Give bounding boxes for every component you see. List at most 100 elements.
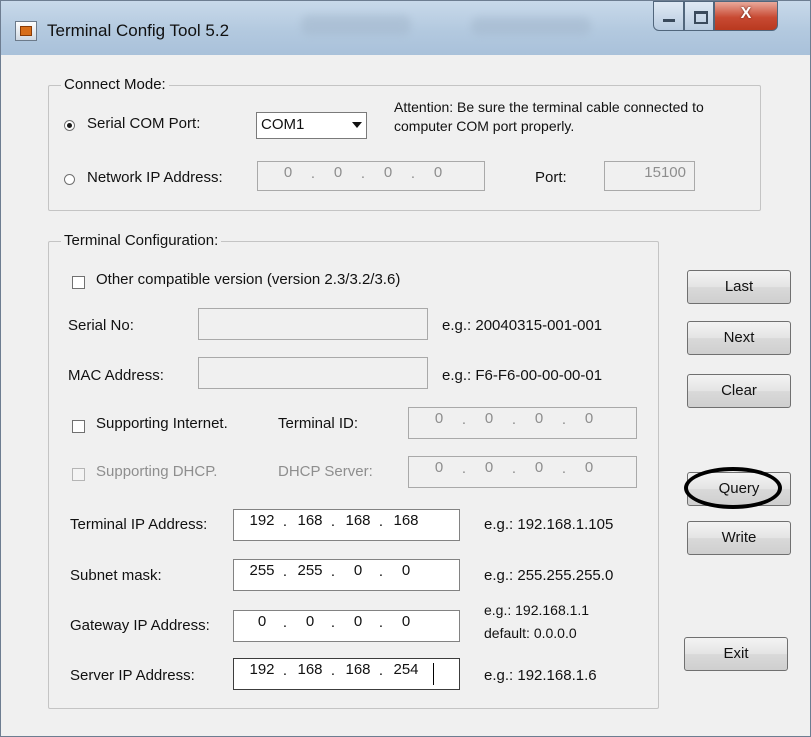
serial-no-label: Serial No: bbox=[68, 317, 134, 334]
ip-octet: 0 bbox=[534, 410, 544, 427]
serial-com-radio[interactable] bbox=[64, 120, 75, 131]
serial-no-field[interactable] bbox=[198, 308, 428, 340]
ip-separator: . bbox=[461, 411, 467, 428]
app-window: Terminal Config Tool 5.2 X Connect Mode:… bbox=[0, 0, 811, 737]
ip-octet: 0 bbox=[401, 613, 411, 630]
title-bar[interactable]: Terminal Config Tool 5.2 X bbox=[1, 1, 810, 55]
gateway-default: default: 0.0.0.0 bbox=[484, 625, 577, 641]
ip-separator: . bbox=[378, 513, 384, 530]
ip-separator: . bbox=[330, 614, 336, 631]
ip-octet: 0 bbox=[353, 562, 363, 579]
other-version-label: Other compatible version (version 2.3/3.… bbox=[96, 271, 401, 288]
ip-octet: 0 bbox=[534, 459, 544, 476]
com-port-select[interactable]: COM1 bbox=[256, 112, 367, 139]
dhcp-server-label: DHCP Server: bbox=[278, 463, 373, 480]
write-button[interactable]: Write bbox=[687, 521, 791, 555]
ip-separator: . bbox=[282, 614, 288, 631]
supporting-internet-label: Supporting Internet. bbox=[96, 415, 228, 432]
ip-octet: 0 bbox=[433, 164, 443, 181]
supporting-internet-checkbox[interactable] bbox=[72, 420, 85, 433]
ip-separator: . bbox=[378, 614, 384, 631]
ip-octet: 0 bbox=[584, 410, 594, 427]
ip-octet: 192 bbox=[249, 661, 275, 678]
supporting-dhcp-label: Supporting DHCP. bbox=[96, 463, 218, 480]
ip-separator: . bbox=[378, 662, 384, 679]
ip-separator: . bbox=[282, 662, 288, 679]
query-highlight-circle bbox=[684, 467, 782, 509]
blurred-background bbox=[301, 15, 411, 35]
next-button[interactable]: Next bbox=[687, 321, 791, 355]
maximize-icon bbox=[694, 11, 708, 24]
ip-octet: 0 bbox=[333, 164, 343, 181]
ip-separator: . bbox=[511, 411, 517, 428]
serial-com-label: Serial COM Port: bbox=[87, 115, 201, 132]
ip-octet: 254 bbox=[393, 661, 419, 678]
ip-octet: 0 bbox=[401, 562, 411, 579]
mac-address-field[interactable] bbox=[198, 357, 428, 389]
ip-octet: 0 bbox=[283, 164, 293, 181]
ip-octet: 255 bbox=[297, 562, 323, 579]
ip-separator: . bbox=[330, 513, 336, 530]
port-label: Port: bbox=[535, 169, 567, 186]
close-icon: X bbox=[740, 5, 752, 22]
ip-separator: . bbox=[330, 563, 336, 580]
ip-separator: . bbox=[461, 460, 467, 477]
attention-text-line1: Attention: Be sure the terminal cable co… bbox=[394, 99, 704, 115]
network-ip-label: Network IP Address: bbox=[87, 169, 223, 186]
terminal-ip-field[interactable]: 192 . 168 . 168 . 168 bbox=[233, 509, 460, 541]
minimize-button[interactable] bbox=[653, 1, 684, 31]
ip-separator: . bbox=[511, 460, 517, 477]
ip-octet: 168 bbox=[345, 512, 371, 529]
dhcp-server-field[interactable]: 0 . 0 . 0 . 0 bbox=[408, 456, 637, 488]
port-field[interactable]: 15100 bbox=[604, 161, 695, 191]
close-button[interactable]: X bbox=[714, 1, 778, 31]
gateway-ip-label: Gateway IP Address: bbox=[70, 617, 210, 634]
maximize-button[interactable] bbox=[684, 1, 714, 31]
minimize-icon bbox=[663, 19, 675, 22]
ip-octet: 168 bbox=[345, 661, 371, 678]
terminal-id-field[interactable]: 0 . 0 . 0 . 0 bbox=[408, 407, 637, 439]
ip-separator: . bbox=[282, 563, 288, 580]
ip-octet: 0 bbox=[584, 459, 594, 476]
window-title: Terminal Config Tool 5.2 bbox=[47, 21, 230, 40]
ip-octet: 168 bbox=[297, 512, 323, 529]
subnet-mask-example: e.g.: 255.255.255.0 bbox=[484, 567, 614, 584]
clear-button[interactable]: Clear bbox=[687, 374, 791, 408]
ip-octet: 0 bbox=[353, 613, 363, 630]
ip-octet: 0 bbox=[383, 164, 393, 181]
supporting-dhcp-checkbox[interactable] bbox=[72, 468, 85, 481]
ip-octet: 192 bbox=[249, 512, 275, 529]
ip-octet: 0 bbox=[257, 613, 267, 630]
chevron-down-icon bbox=[352, 122, 362, 128]
other-version-checkbox[interactable] bbox=[72, 276, 85, 289]
terminal-ip-label: Terminal IP Address: bbox=[70, 516, 208, 533]
ip-separator: . bbox=[282, 513, 288, 530]
mac-address-example: e.g.: F6-F6-00-00-00-01 bbox=[442, 367, 603, 384]
app-icon bbox=[15, 21, 37, 41]
ip-separator: . bbox=[410, 165, 416, 182]
terminal-ip-example: e.g.: 192.168.1.105 bbox=[484, 516, 614, 533]
network-ip-radio[interactable] bbox=[64, 174, 75, 185]
last-button[interactable]: Last bbox=[687, 270, 791, 304]
blurred-background bbox=[471, 17, 591, 35]
terminal-config-legend: Terminal Configuration: bbox=[61, 232, 222, 249]
exit-button[interactable]: Exit bbox=[684, 637, 788, 671]
serial-no-example: e.g.: 20040315-001-001 bbox=[442, 317, 603, 334]
ip-octet: 255 bbox=[249, 562, 275, 579]
ip-octet: 0 bbox=[484, 459, 494, 476]
connect-mode-legend: Connect Mode: bbox=[61, 76, 169, 93]
ip-octet: 0 bbox=[484, 410, 494, 427]
ip-separator: . bbox=[378, 563, 384, 580]
port-value: 15100 bbox=[644, 164, 686, 181]
ip-separator: . bbox=[360, 165, 366, 182]
gateway-ip-field[interactable]: 0 . 0 . 0 . 0 bbox=[233, 610, 460, 642]
subnet-mask-field[interactable]: 255 . 255 . 0 . 0 bbox=[233, 559, 460, 591]
ip-octet: 168 bbox=[297, 661, 323, 678]
subnet-mask-label: Subnet mask: bbox=[70, 567, 162, 584]
server-ip-field[interactable]: 192 . 168 . 168 . 254 bbox=[233, 658, 460, 690]
ip-octet: 0 bbox=[434, 459, 444, 476]
network-ip-field[interactable]: 0 . 0 . 0 . 0 bbox=[257, 161, 485, 191]
gateway-example: e.g.: 192.168.1.1 bbox=[484, 602, 590, 618]
attention-text-line2: computer COM port properly. bbox=[394, 118, 575, 134]
ip-octet: 0 bbox=[434, 410, 444, 427]
